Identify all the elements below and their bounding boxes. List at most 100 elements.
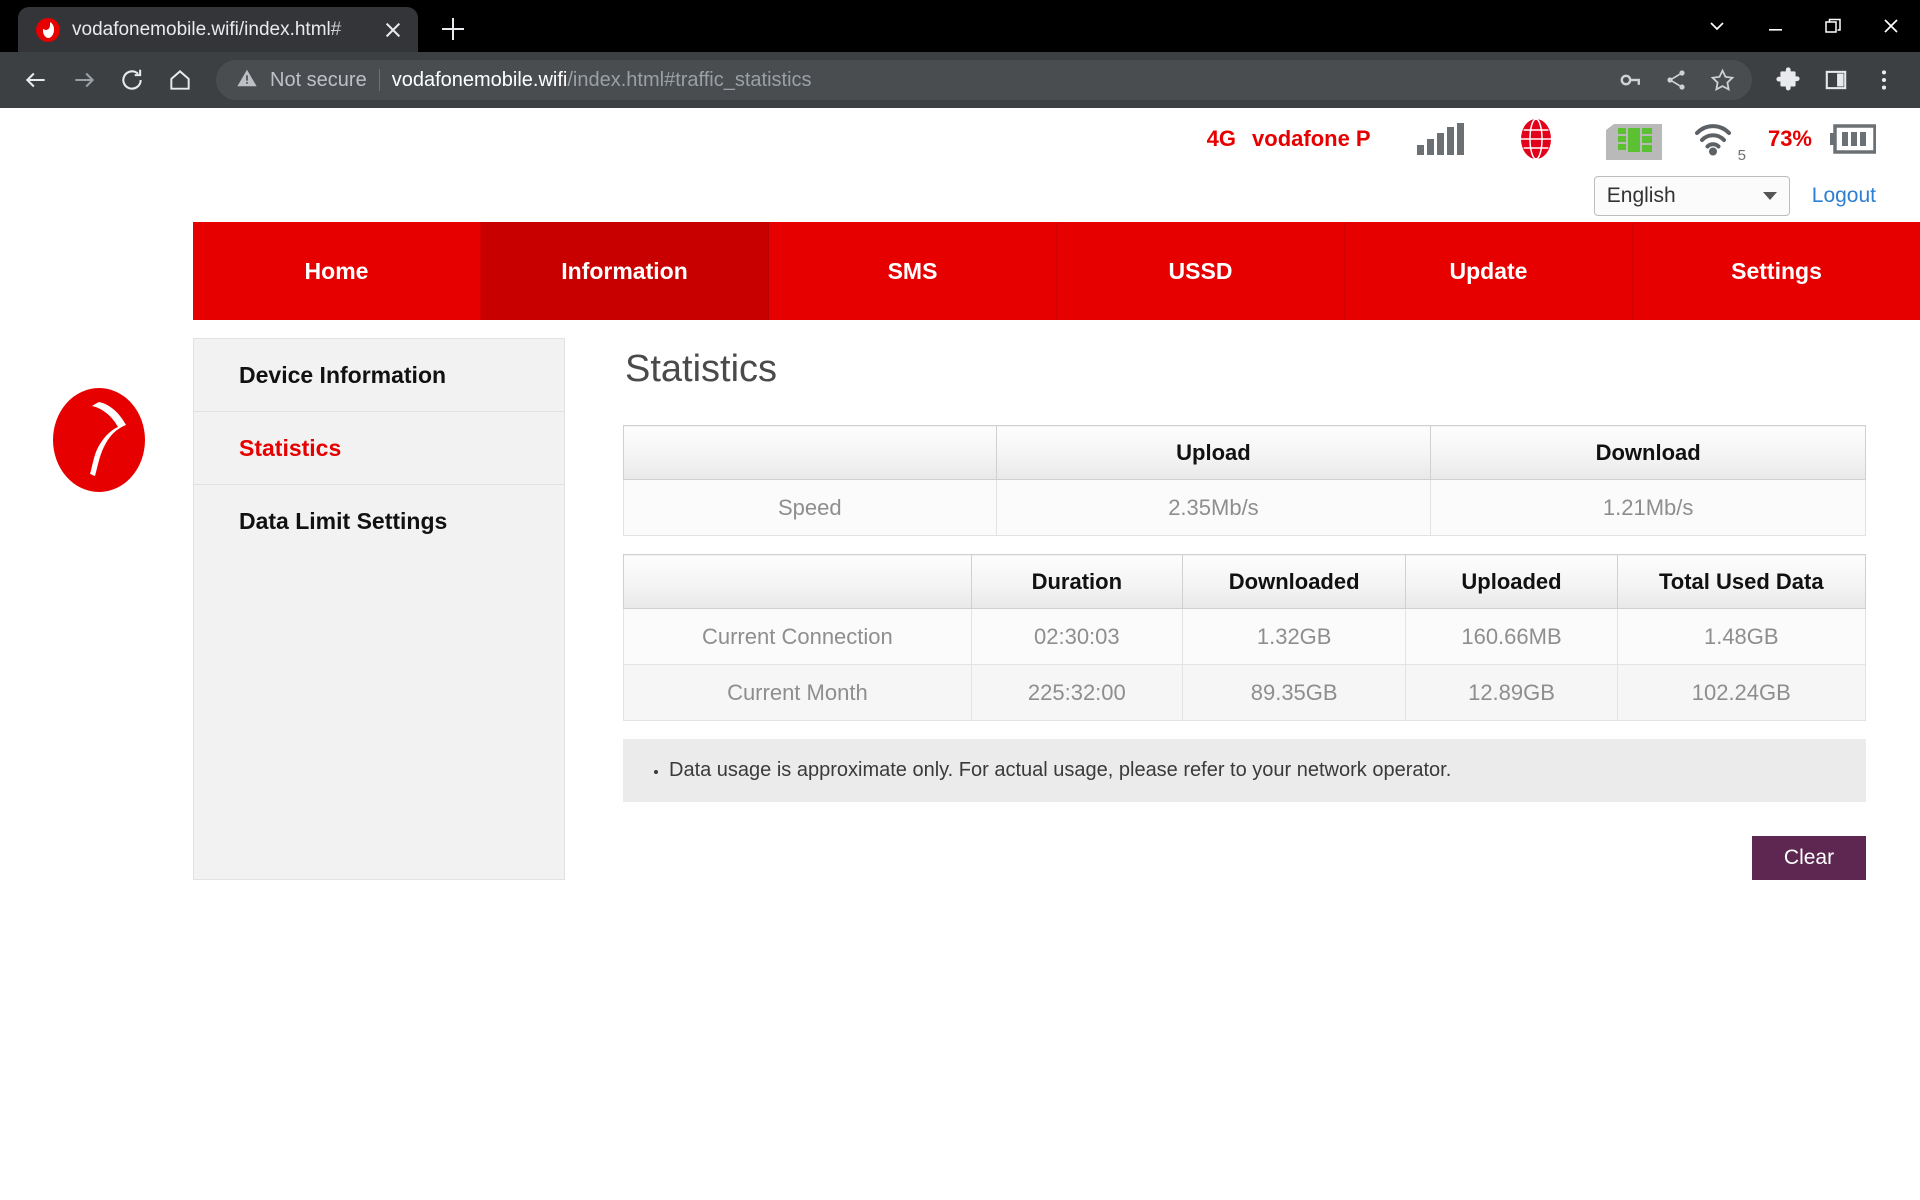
nav-label: Update [1449, 257, 1528, 284]
language-select-value: English [1606, 184, 1676, 207]
main-panel: Statistics Upload Download Speed 2.35Mb/… [565, 338, 1920, 880]
nav-item-information[interactable]: Information [481, 222, 769, 320]
puzzle-icon[interactable] [1766, 58, 1810, 102]
usage-duration-value: 02:30:03 [970, 608, 1183, 665]
language-select[interactable]: English [1593, 176, 1790, 216]
address-bar[interactable]: Not secure vodafonemobile.wifi/index.htm… [216, 60, 1752, 100]
speed-upload-value: 2.35Mb/s [995, 479, 1432, 536]
nav-item-sms[interactable]: SMS [769, 222, 1057, 320]
url-path: /index.html#traffic_statistics [567, 68, 812, 91]
signal-strength-icon [1416, 123, 1464, 155]
usage-row-label-current-connection: Current Connection [623, 608, 972, 665]
omnibox-divider [378, 69, 380, 91]
button-row: Clear [623, 836, 1866, 880]
restore-icon[interactable] [1804, 0, 1862, 52]
clear-button[interactable]: Clear [1752, 836, 1866, 880]
nav-label: Home [304, 257, 369, 284]
usage-col-downloaded: Downloaded [1181, 554, 1407, 609]
browser-window: vodafonemobile.wifi/index.html# Not secu… [0, 0, 1920, 1200]
page-title: Statistics [625, 348, 778, 390]
nav-label: Information [561, 257, 688, 284]
tab-search-chevron-down-icon[interactable] [1688, 0, 1746, 52]
table-header-row: Duration Downloaded Uploaded Total Used … [623, 554, 1867, 609]
url-host: vodafonemobile.wifi [391, 68, 568, 91]
nav-item-home[interactable]: Home [193, 222, 481, 320]
battery-percent-label: 73% [1767, 126, 1812, 151]
wifi-icon [1692, 122, 1734, 156]
nav-label: Settings [1731, 257, 1822, 284]
usage-note-text: Data usage is approximate only. For actu… [669, 759, 1840, 782]
header-controls: English Logout [0, 170, 1920, 222]
battery-icon [1830, 124, 1877, 154]
table-row: Current Connection 02:30:03 1.32GB 160.6… [623, 608, 1867, 665]
reload-icon[interactable] [110, 58, 154, 102]
browser-toolbar: Not secure vodafonemobile.wifi/index.htm… [0, 52, 1920, 108]
home-icon[interactable] [158, 58, 202, 102]
sidebar-item-label: Statistics [239, 434, 342, 461]
usage-downloaded-value: 89.35GB [1181, 664, 1407, 721]
usage-col-total: Total Used Data [1616, 554, 1867, 609]
chevron-down-icon [1762, 192, 1777, 200]
speed-row-label: Speed [623, 479, 997, 536]
speed-download-value: 1.21Mb/s [1430, 479, 1866, 536]
key-icon[interactable] [1608, 58, 1652, 102]
sidebar-item-statistics[interactable]: Statistics [194, 412, 564, 485]
wifi-client-count: 5 [1737, 147, 1746, 164]
nav-label: USSD [1168, 257, 1233, 284]
main-navigation: Home Information SMS USSD Update Setting… [193, 222, 1920, 320]
sidebar-item-data-limit-settings[interactable]: Data Limit Settings [194, 485, 564, 558]
window-controls [1688, 0, 1920, 52]
sim-card-icon [1605, 118, 1662, 160]
back-arrow-icon[interactable] [14, 58, 58, 102]
three-dot-menu-icon[interactable] [1862, 58, 1906, 102]
warning-triangle-icon [236, 67, 258, 94]
usage-downloaded-value: 1.32GB [1181, 608, 1407, 665]
sidebar-item-device-information[interactable]: Device Information [194, 339, 564, 412]
nav-item-ussd[interactable]: USSD [1057, 222, 1345, 320]
network-type-label: 4G [1206, 126, 1237, 151]
sidebar-menu: Device Information Statistics Data Limit… [193, 338, 565, 880]
url-text: vodafonemobile.wifi/index.html#traffic_s… [392, 69, 812, 92]
usage-uploaded-value: 160.66MB [1405, 608, 1618, 665]
speed-table: Upload Download Speed 2.35Mb/s 1.21Mb/s [623, 425, 1866, 536]
side-panel-icon[interactable] [1814, 58, 1858, 102]
usage-table: Duration Downloaded Uploaded Total Used … [623, 554, 1867, 721]
tab-close-icon[interactable] [378, 15, 408, 45]
page-content: 4G vodafone P 5 73% English Logout Home … [0, 108, 1920, 1200]
minimize-icon[interactable] [1746, 0, 1804, 52]
usage-total-value: 102.24GB [1616, 664, 1867, 721]
forward-arrow-icon[interactable] [62, 58, 106, 102]
speed-col-upload: Upload [995, 425, 1432, 480]
security-status-label: Not secure [270, 68, 367, 91]
browser-tab[interactable]: vodafonemobile.wifi/index.html# [18, 7, 418, 52]
usage-col-blank [623, 554, 972, 609]
sidebar-item-label: Data Limit Settings [239, 508, 448, 534]
speed-col-blank [623, 425, 997, 480]
usage-col-duration: Duration [970, 554, 1183, 609]
operator-name-label: vodafone P [1252, 126, 1371, 151]
star-icon[interactable] [1700, 58, 1744, 102]
logout-link[interactable]: Logout [1812, 184, 1876, 208]
nav-item-settings[interactable]: Settings [1633, 222, 1920, 320]
new-tab-button[interactable] [430, 6, 476, 52]
close-icon[interactable] [1862, 0, 1920, 52]
content-area: Device Information Statistics Data Limit… [0, 320, 1920, 880]
omnibox-actions [1608, 58, 1744, 102]
usage-total-value: 1.48GB [1616, 608, 1867, 665]
vodafone-favicon-icon [36, 17, 60, 42]
usage-row-label-current-month: Current Month [623, 664, 972, 721]
globe-icon [1514, 117, 1558, 161]
table-header-row: Upload Download [623, 425, 1866, 480]
usage-note: Data usage is approximate only. For actu… [623, 739, 1866, 802]
speed-col-download: Download [1430, 425, 1866, 480]
usage-uploaded-value: 12.89GB [1405, 664, 1618, 721]
usage-duration-value: 225:32:00 [970, 664, 1183, 721]
nav-item-update[interactable]: Update [1345, 222, 1633, 320]
usage-col-uploaded: Uploaded [1405, 554, 1618, 609]
table-row: Current Month 225:32:00 89.35GB 12.89GB … [623, 664, 1867, 721]
tab-strip: vodafonemobile.wifi/index.html# [0, 0, 1920, 52]
sidebar-item-label: Device Information [239, 361, 447, 388]
nav-label: SMS [887, 257, 938, 284]
vodafone-logo [50, 386, 148, 494]
share-icon[interactable] [1654, 58, 1698, 102]
